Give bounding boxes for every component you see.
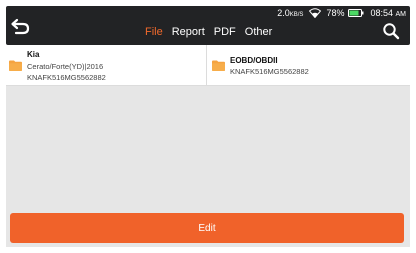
clock: 08:54 AM	[370, 8, 406, 18]
file-vin: KNAFK516MG5562882	[230, 67, 309, 76]
tab-other[interactable]: Other	[245, 26, 273, 38]
search-icon	[383, 23, 400, 40]
tab-report[interactable]: Report	[172, 26, 205, 38]
network-speed: 2.0KB/S	[277, 8, 304, 18]
file-vin: KNAFK516MG5562882	[27, 73, 106, 82]
back-arrow-icon	[11, 18, 30, 35]
file-card-kia[interactable]: Kia Cerato/Forte(YD)|2016 KNAFK516MG5562…	[6, 45, 206, 85]
edit-button[interactable]: Edit	[10, 213, 404, 243]
battery-percent: 78%	[326, 8, 345, 18]
file-row: Kia Cerato/Forte(YD)|2016 KNAFK516MG5562…	[6, 45, 410, 86]
file-title: Kia	[27, 50, 40, 59]
wifi-icon	[309, 8, 322, 18]
file-model: Cerato/Forte(YD)|2016	[27, 62, 104, 71]
battery-icon	[348, 9, 364, 17]
tab-pdf[interactable]: PDF	[214, 26, 236, 38]
folder-icon	[9, 60, 22, 71]
folder-icon	[212, 60, 225, 71]
back-button[interactable]	[8, 16, 32, 36]
search-button[interactable]	[382, 22, 400, 40]
tab-bar: File Report PDF Other	[145, 26, 281, 38]
screen: 2.0KB/S 78% 08:54 AM File Report PDF Oth…	[0, 0, 416, 253]
tab-file[interactable]: File	[145, 26, 163, 38]
status-bar: 2.0KB/S 78% 08:54 AM	[277, 7, 406, 19]
file-card-eobd[interactable]: EOBD/OBDII KNAFK516MG5562882	[206, 45, 410, 85]
file-title: EOBD/OBDII	[230, 56, 278, 65]
